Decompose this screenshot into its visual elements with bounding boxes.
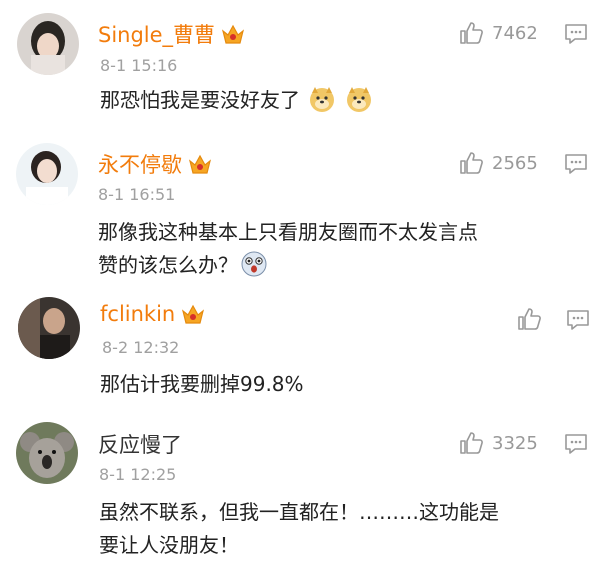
- comment-icon: [567, 310, 589, 330]
- crown-badge-icon: [188, 153, 212, 175]
- comment-line: 要让人没朋友！: [99, 533, 239, 557]
- username-text: fclinkin: [100, 302, 176, 326]
- reply-button[interactable]: [566, 309, 590, 331]
- like-button[interactable]: 3325: [458, 430, 538, 456]
- like-button[interactable]: 7462: [458, 20, 538, 46]
- comment-text: 那估计我要删掉99.8%: [100, 368, 304, 401]
- timestamp: 8-2 12:32: [102, 338, 180, 357]
- like-count: 3325: [492, 432, 538, 454]
- comment-text: 虽然不联系，但我一直都在！………这功能是 要让人没朋友！: [99, 496, 499, 562]
- comment-icon: [565, 154, 587, 174]
- reply-button[interactable]: [564, 23, 588, 45]
- shocked-emoji-icon: [240, 250, 268, 278]
- timestamp: 8-1 15:16: [100, 56, 178, 75]
- username-text: 永不停歇: [98, 153, 182, 177]
- comment-line: 赞的该怎么办？: [98, 253, 238, 277]
- avatar[interactable]: [16, 143, 78, 205]
- comment-item: 反应慢了 8-1 12:25 虽然不联系，但我一直都在！………这功能是 要让人没…: [0, 412, 600, 572]
- username[interactable]: 永不停歇: [98, 149, 212, 179]
- crown-badge-icon: [181, 303, 205, 325]
- doge-emoji-icon: [308, 85, 336, 113]
- comment-line: 那估计我要删掉99.8%: [100, 372, 304, 396]
- username[interactable]: 反应慢了: [98, 429, 182, 459]
- timestamp: 8-1 12:25: [99, 465, 177, 484]
- comment-item: fclinkin 8-2 12:32 那估计我要删掉99.8%: [0, 288, 600, 412]
- like-count: 2565: [492, 152, 538, 174]
- username[interactable]: fclinkin: [100, 302, 205, 326]
- reply-button[interactable]: [564, 433, 588, 455]
- like-count: 7462: [492, 22, 538, 44]
- comment-item: Single_曹曹 8-1 15:16 那恐怕我是要没好友了 7462: [0, 0, 600, 140]
- doge-emoji-icon: [345, 85, 373, 113]
- username-text: 反应慢了: [98, 433, 182, 457]
- username-text: Single_曹曹: [98, 23, 216, 47]
- crown-badge-icon: [221, 23, 245, 45]
- avatar[interactable]: [16, 422, 78, 484]
- thumbs-up-icon: [518, 308, 541, 330]
- comment-icon: [565, 24, 587, 44]
- comment-text: 那像我这种基本上只看朋友圈而不太发言点 赞的该怎么办？: [98, 216, 478, 282]
- avatar[interactable]: [17, 13, 79, 75]
- thumbs-up-icon: [460, 22, 483, 44]
- reply-button[interactable]: [564, 153, 588, 175]
- thumbs-up-icon: [460, 152, 483, 174]
- comment-text: 那恐怕我是要没好友了: [100, 84, 373, 117]
- avatar[interactable]: [18, 297, 80, 359]
- timestamp: 8-1 16:51: [98, 185, 176, 204]
- like-button[interactable]: [516, 306, 542, 332]
- username[interactable]: Single_曹曹: [98, 19, 245, 49]
- thumbs-up-icon: [460, 432, 483, 454]
- comment-line: 那像我这种基本上只看朋友圈而不太发言点: [98, 220, 478, 244]
- comment-item: 永不停歇 8-1 16:51 那像我这种基本上只看朋友圈而不太发言点 赞的该怎么…: [0, 140, 600, 288]
- comment-icon: [565, 434, 587, 454]
- comment-line: 虽然不联系，但我一直都在！………这功能是: [99, 500, 499, 524]
- comment-line: 那恐怕我是要没好友了: [100, 88, 300, 112]
- like-button[interactable]: 2565: [458, 150, 538, 176]
